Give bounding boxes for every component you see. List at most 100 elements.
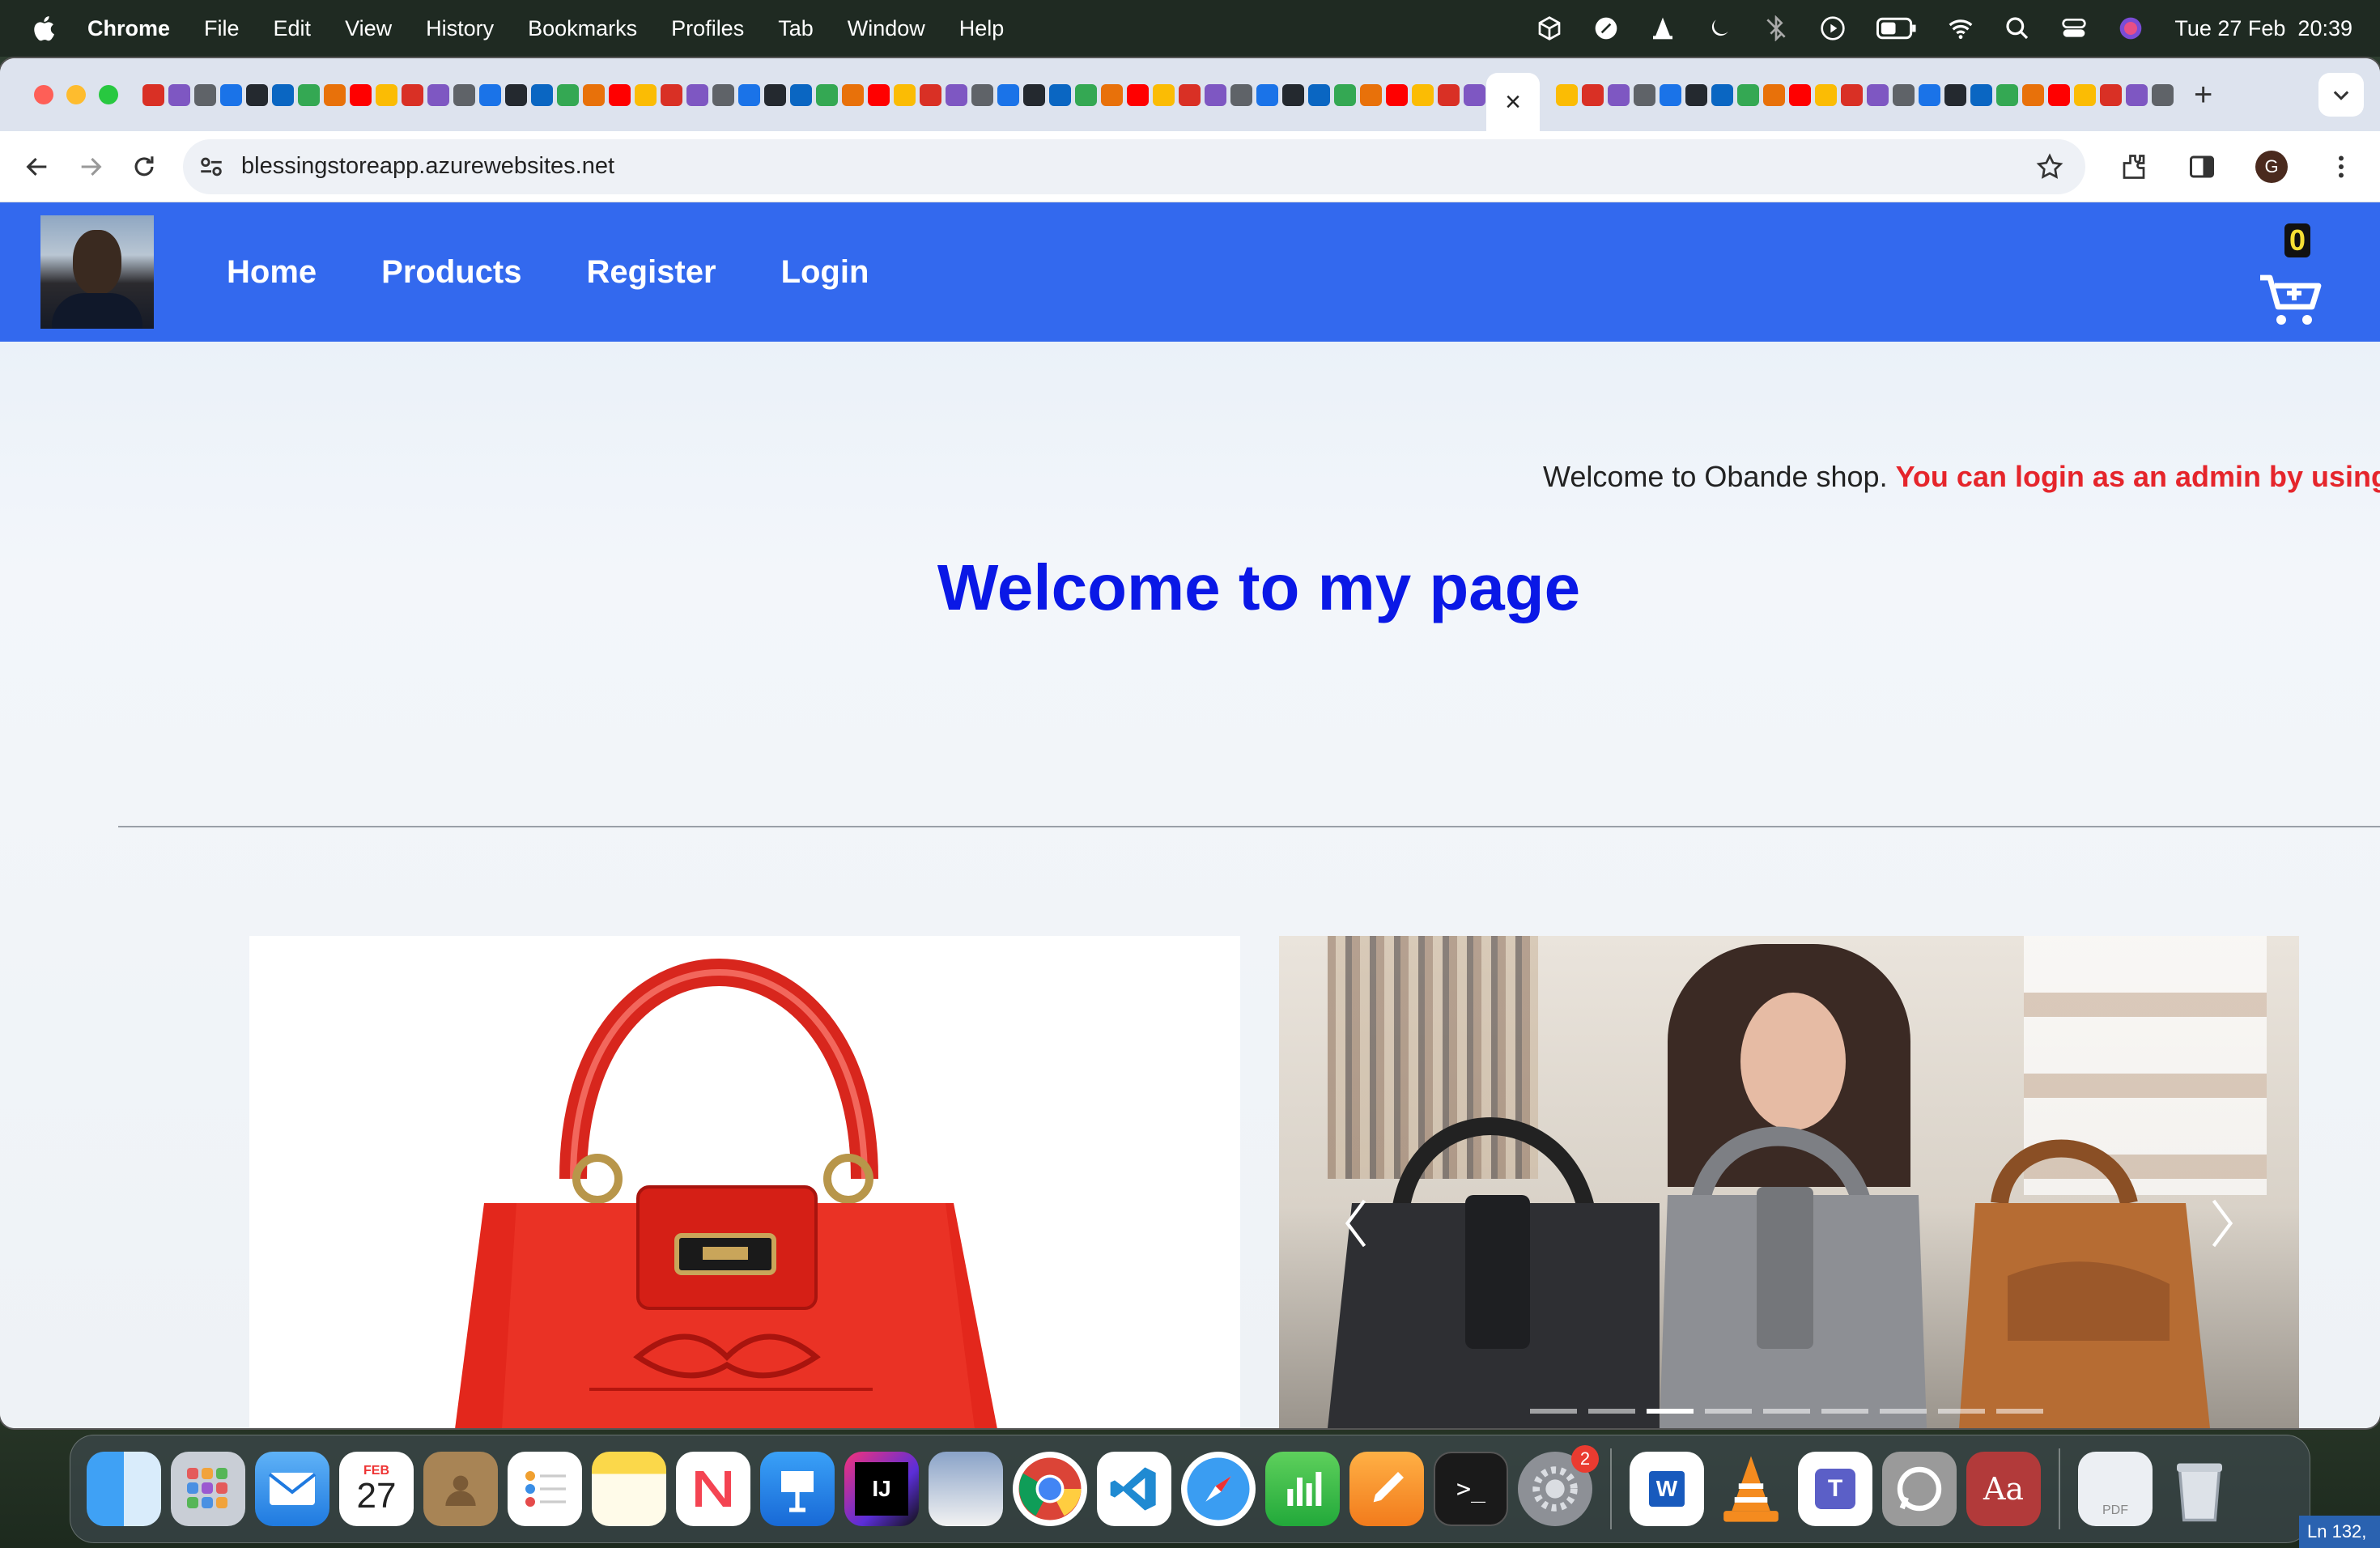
pinned-tab-favicon[interactable]: [1841, 83, 1863, 106]
carousel-next-button[interactable]: [2202, 1195, 2242, 1252]
system-settings-icon[interactable]: 2: [1518, 1445, 1599, 1526]
reload-button[interactable]: [128, 151, 160, 183]
menu-history[interactable]: History: [426, 16, 494, 41]
pinned-tab-favicon[interactable]: [1660, 83, 1681, 106]
pinned-tab-favicon[interactable]: [2126, 83, 2148, 106]
safari-icon[interactable]: [1181, 1452, 1256, 1526]
pinned-tab-favicon[interactable]: [1412, 83, 1434, 106]
pinned-tab-favicon[interactable]: [868, 83, 890, 106]
pdf-document-icon[interactable]: PDF: [2078, 1452, 2153, 1526]
pinned-tab-favicon[interactable]: [479, 83, 501, 106]
url-text[interactable]: blessingstoreapp.azurewebsites.net: [241, 153, 2035, 180]
nav-link-home[interactable]: Home: [227, 254, 317, 291]
pinned-tab-favicon[interactable]: [1996, 83, 2018, 106]
active-tab[interactable]: ×: [1486, 73, 1540, 131]
numbers-icon[interactable]: [1265, 1452, 1340, 1526]
carousel-indicator[interactable]: [1880, 1409, 1927, 1414]
pinned-tab-favicon[interactable]: [1970, 83, 1992, 106]
finder-icon[interactable]: [87, 1452, 161, 1526]
contacts-icon[interactable]: [423, 1452, 498, 1526]
pinned-tab-favicon[interactable]: [1893, 83, 1915, 106]
side-panel-icon[interactable]: [2187, 152, 2216, 181]
pinned-tab-favicon[interactable]: [1867, 83, 1889, 106]
word-icon[interactable]: W: [1630, 1452, 1704, 1526]
carousel-indicator-active[interactable]: [1647, 1409, 1694, 1414]
pinned-tab-favicon[interactable]: [1919, 83, 1940, 106]
forward-button[interactable]: [74, 151, 107, 183]
product-carousel[interactable]: [1279, 936, 2299, 1428]
pinned-tab-favicon[interactable]: [350, 83, 372, 106]
carousel-indicator[interactable]: [1763, 1409, 1810, 1414]
product-image-red-handbag[interactable]: [249, 936, 1240, 1428]
close-window-button[interactable]: [34, 85, 53, 104]
pinned-tab-favicon[interactable]: [1153, 83, 1175, 106]
pinned-tab-favicon[interactable]: [764, 83, 786, 106]
pinned-tab-favicon[interactable]: [531, 83, 553, 106]
pinned-tab-favicon[interactable]: [272, 83, 294, 106]
pinned-tab-favicon[interactable]: [661, 83, 682, 106]
pinned-tab-favicon[interactable]: [1608, 83, 1630, 106]
vlc-cone-icon[interactable]: [1650, 15, 1676, 41]
pinned-tab-favicon[interactable]: [635, 83, 657, 106]
pinned-tab-favicon[interactable]: [2100, 83, 2122, 106]
pinned-tab-favicon[interactable]: [894, 83, 916, 106]
pinned-tab-favicon[interactable]: [1256, 83, 1278, 106]
pinned-tab-favicon[interactable]: [1101, 83, 1123, 106]
pinned-tab-favicon[interactable]: [946, 83, 967, 106]
moon-icon[interactable]: [1706, 15, 1732, 41]
menu-help[interactable]: Help: [959, 16, 1005, 41]
pinned-tab-favicon[interactable]: [1789, 83, 1811, 106]
siri-icon[interactable]: [2118, 15, 2144, 41]
menu-profiles[interactable]: Profiles: [671, 16, 744, 41]
site-logo-photo[interactable]: [40, 215, 154, 329]
profile-avatar[interactable]: G: [2255, 150, 2288, 183]
menu-chrome[interactable]: Chrome: [87, 16, 170, 41]
pinned-tab-favicon[interactable]: [816, 83, 838, 106]
pinned-tab-favicon[interactable]: [1582, 83, 1604, 106]
pinned-tab-favicon[interactable]: [220, 83, 242, 106]
preview-icon[interactable]: [929, 1452, 1003, 1526]
pinned-tab-favicon[interactable]: [1634, 83, 1655, 106]
pinned-tab-favicon[interactable]: [971, 83, 993, 106]
pinned-tab-favicon[interactable]: [2048, 83, 2070, 106]
intellij-icon[interactable]: IJ: [844, 1452, 919, 1526]
extensions-icon[interactable]: [2119, 152, 2148, 181]
carousel-indicator[interactable]: [1530, 1409, 1577, 1414]
carousel-indicator[interactable]: [1705, 1409, 1752, 1414]
pinned-tab-favicon[interactable]: [1049, 83, 1071, 106]
pinned-tab-favicon[interactable]: [609, 83, 631, 106]
close-tab-icon[interactable]: ×: [1505, 87, 1521, 118]
pinned-tab-favicon[interactable]: [1711, 83, 1733, 106]
nav-link-products[interactable]: Products: [381, 254, 521, 291]
bluetooth-off-icon[interactable]: [1763, 15, 1789, 42]
pinned-tab-favicon[interactable]: [1334, 83, 1356, 106]
wifi-icon[interactable]: [1948, 15, 1974, 41]
carousel-indicator[interactable]: [1996, 1409, 2043, 1414]
menubar-clock[interactable]: Tue 27 Feb 20:39: [2174, 16, 2352, 41]
pinned-tab-favicon[interactable]: [557, 83, 579, 106]
pinned-tab-favicon[interactable]: [1230, 83, 1252, 106]
pinned-tab-favicon[interactable]: [1308, 83, 1330, 106]
menu-file[interactable]: File: [204, 16, 240, 41]
pinned-tab-favicon[interactable]: [246, 83, 268, 106]
pinned-tab-favicon[interactable]: [142, 83, 164, 106]
pinned-tab-favicon[interactable]: [1464, 83, 1485, 106]
pinned-tab-favicon[interactable]: [194, 83, 216, 106]
keynote-icon[interactable]: [760, 1452, 835, 1526]
pages-icon[interactable]: [1349, 1452, 1424, 1526]
pinned-tab-favicon[interactable]: [2152, 83, 2174, 106]
pinned-tab-favicon[interactable]: [583, 83, 605, 106]
trash-icon[interactable]: [2162, 1452, 2237, 1526]
whatsapp-icon[interactable]: [1882, 1452, 1957, 1526]
pinned-tab-favicon[interactable]: [2022, 83, 2044, 106]
pinned-tab-favicon[interactable]: [1127, 83, 1149, 106]
back-button[interactable]: [21, 151, 53, 183]
menu-view[interactable]: View: [345, 16, 392, 41]
carousel-prev-button[interactable]: [1336, 1195, 1376, 1252]
pinned-tab-favicon[interactable]: [1075, 83, 1097, 106]
pinned-tab-favicon[interactable]: [168, 83, 190, 106]
play-circle-icon[interactable]: [1820, 15, 1846, 41]
dictionary-icon[interactable]: Aa: [1966, 1452, 2041, 1526]
pinned-tab-favicon[interactable]: [790, 83, 812, 106]
spotlight-search-icon[interactable]: [2004, 15, 2030, 41]
